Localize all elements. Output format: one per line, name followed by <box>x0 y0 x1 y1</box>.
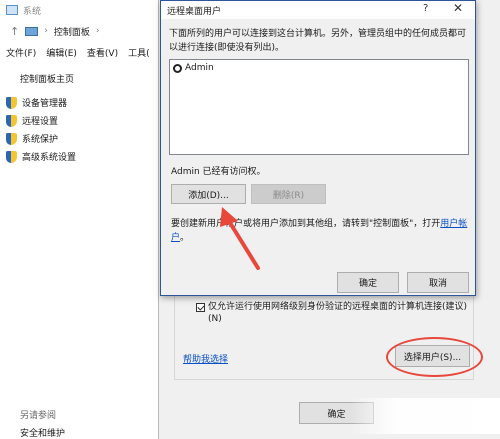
sidebar-item-label: 远程设置 <box>22 117 59 127</box>
computer-icon <box>6 5 18 15</box>
create-account-tail: 。 <box>180 233 190 243</box>
nla-checkbox[interactable] <box>196 303 205 312</box>
control-panel-icon <box>25 26 39 36</box>
control-panel-home-link[interactable]: 控制面板主页 <box>20 72 74 85</box>
dialog-description: 下面所列的用户可以连接到这台计算机。另外，管理员组中的任何成员都可以进行连接(即… <box>169 29 467 53</box>
menu-bar: 文件(F) 编辑(E) 查看(V) 工具( <box>0 44 160 60</box>
security-maintenance-link[interactable]: 安全和维护 <box>20 426 65 439</box>
shield-icon <box>6 150 17 163</box>
sidebar-item-device-manager[interactable]: 设备管理器 <box>6 96 67 109</box>
sidebar-item-remote-settings[interactable]: 远程设置 <box>6 114 58 127</box>
menu-edit[interactable]: 编辑(E) <box>46 46 77 59</box>
address-separator: › <box>44 26 48 36</box>
left-nav-panel: 控制面板主页 设备管理器 远程设置 系统保护 高级系统设置 另请参阅 安全和维护 <box>0 62 160 439</box>
system-window-title: 系统 <box>23 6 42 17</box>
dialog-title: 远程桌面用户 <box>167 6 222 17</box>
dialog-titlebar: 远程桌面用户 ? ✕ <box>161 1 475 19</box>
menu-file[interactable]: 文件(F) <box>6 46 36 59</box>
user-name: Admin <box>185 63 214 73</box>
help-icon[interactable]: ? <box>423 3 428 14</box>
shield-icon <box>6 96 17 109</box>
dialog-ok-button[interactable]: 确定 <box>337 272 399 293</box>
delete-button: 删除(R) <box>251 184 326 204</box>
see-also-heading: 另请参阅 <box>20 411 57 421</box>
menu-view[interactable]: 查看(V) <box>87 46 118 59</box>
address-separator-2: › <box>95 26 100 36</box>
breadcrumb-control-panel[interactable]: 控制面板 <box>54 25 90 38</box>
nla-option-text: 仅允许运行使用网络级别身份验证的远程桌面的计算机连接(建议) (N) <box>208 302 468 324</box>
access-note: Admin 已经有访问权。 <box>171 167 266 177</box>
sidebar-item-label: 系统保护 <box>22 135 59 145</box>
user-icon <box>173 63 182 73</box>
list-item[interactable]: Admin <box>173 63 214 73</box>
annotation-circle <box>386 337 483 377</box>
watermark-fade <box>350 398 500 434</box>
shield-icon <box>6 132 17 145</box>
remote-desktop-users-dialog: 远程桌面用户 ? ✕ 下面所列的用户可以连接到这台计算机。另外，管理员组中的任何… <box>160 0 476 296</box>
up-arrow-icon[interactable]: ↑ <box>10 25 19 38</box>
shield-icon <box>6 114 17 127</box>
nla-option-label: 仅允许运行使用网络级别身份验证的远程桌面的计算机连接(建议) (N) <box>208 301 468 325</box>
sidebar-item-label: 高级系统设置 <box>22 153 77 163</box>
system-titlebar: 系统 <box>0 0 160 20</box>
add-button[interactable]: 添加(D)... <box>171 184 246 204</box>
sidebar-item-label: 设备管理器 <box>22 99 68 109</box>
annotation-arrow-icon <box>220 207 260 270</box>
close-icon[interactable]: ✕ <box>453 1 463 15</box>
sidebar-item-advanced-settings[interactable]: 高级系统设置 <box>6 150 76 163</box>
help-me-choose-link[interactable]: 帮助我选择 <box>183 352 228 365</box>
dialog-cancel-button[interactable]: 取消 <box>407 272 469 293</box>
user-list[interactable]: Admin <box>169 59 469 155</box>
address-bar[interactable]: ↑ › 控制面板 › <box>0 22 160 40</box>
menu-tools[interactable]: 工具( <box>128 46 150 59</box>
sidebar-item-system-protection[interactable]: 系统保护 <box>6 132 58 145</box>
